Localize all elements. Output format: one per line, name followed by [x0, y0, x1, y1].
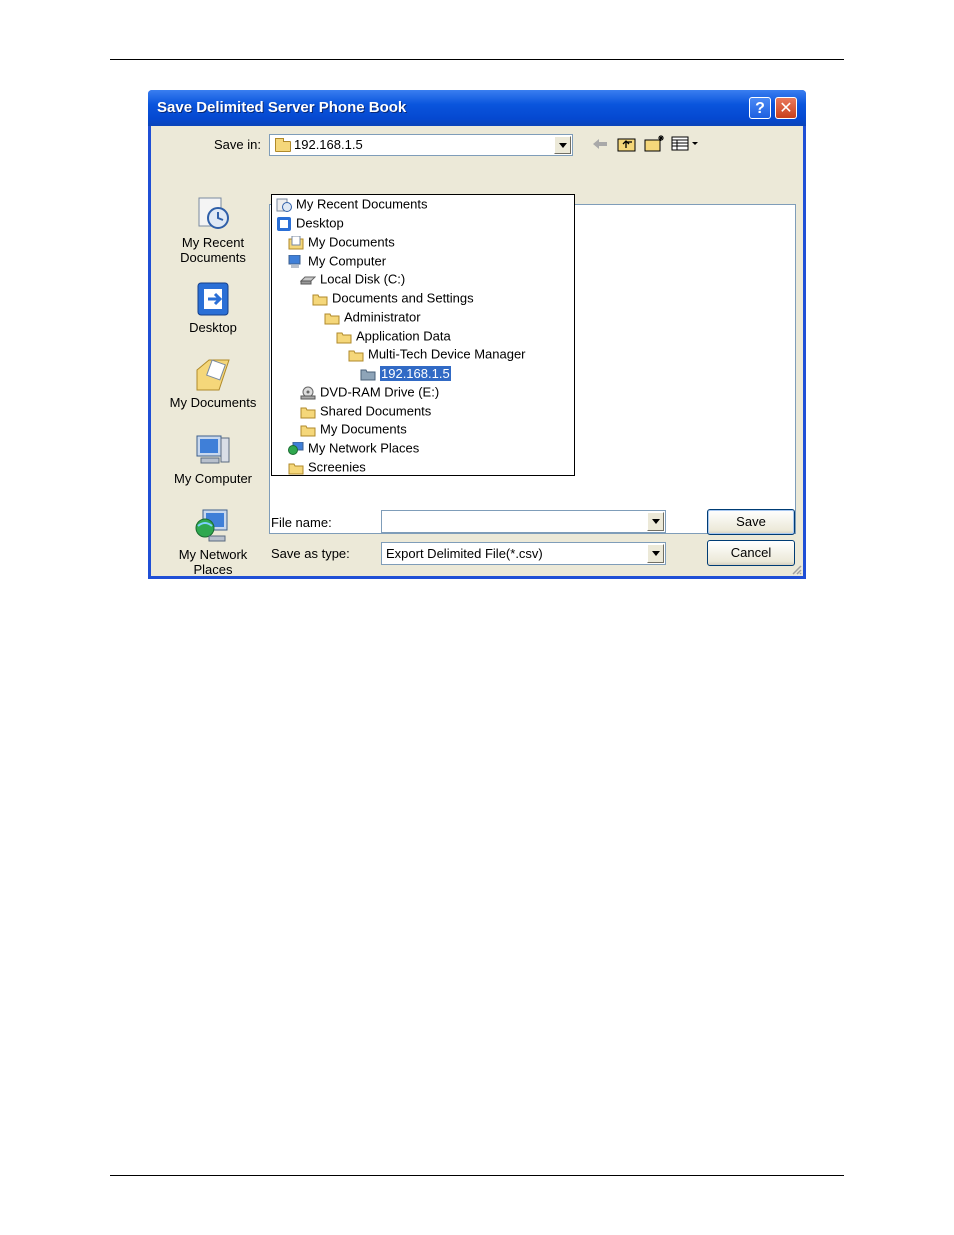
dialog-client-area: Save in: 192.168.1.5 My Recent Documents	[151, 126, 803, 577]
dropdown-item[interactable]: Screenies	[288, 458, 366, 476]
hard-disk-icon	[299, 273, 317, 287]
recent-documents-icon	[276, 198, 292, 212]
save-button[interactable]: Save	[707, 509, 795, 535]
place-my-recent-documents[interactable]: My Recent Documents	[157, 196, 269, 265]
help-button[interactable]: ?	[749, 97, 771, 119]
save-dialog: Save Delimited Server Phone Book ? ✕ Sav…	[148, 90, 806, 579]
dropdown-item[interactable]: My Recent Documents	[276, 195, 428, 213]
dropdown-item[interactable]: My Documents	[288, 233, 395, 251]
place-label: My Computer	[173, 471, 253, 486]
my-documents-icon	[288, 235, 304, 250]
file-name-input[interactable]	[381, 510, 666, 533]
place-my-computer[interactable]: My Computer	[157, 432, 269, 486]
place-my-network-places[interactable]: My Network Places	[157, 508, 269, 577]
folder-icon	[336, 330, 352, 344]
save-in-combo[interactable]: 192.168.1.5	[269, 134, 573, 156]
dropdown-item[interactable]: Desktop	[276, 214, 344, 232]
place-label: My Network Places	[178, 547, 248, 577]
dropdown-item[interactable]: Administrator	[324, 308, 421, 326]
save-in-value: 192.168.1.5	[294, 137, 363, 152]
dropdown-item[interactable]: My Network Places	[288, 439, 419, 457]
chevron-down-icon[interactable]	[554, 136, 571, 154]
dropdown-item[interactable]: Documents and Settings	[312, 289, 474, 307]
dropdown-item[interactable]: Application Data	[336, 327, 451, 345]
desktop-icon	[195, 281, 231, 317]
file-name-label: File name:	[271, 515, 332, 530]
my-computer-icon	[195, 432, 231, 468]
back-arrow-icon[interactable]	[591, 136, 609, 152]
save-in-label: Save in:	[214, 137, 261, 152]
dropdown-item[interactable]: Shared Documents	[300, 402, 431, 420]
save-as-type-value: Export Delimited File(*.csv)	[386, 546, 543, 561]
views-menu-icon[interactable]	[671, 136, 701, 152]
place-label: Desktop	[189, 320, 237, 335]
save-as-type-label: Save as type:	[271, 546, 350, 561]
dropdown-item[interactable]: Local Disk (C:)	[299, 270, 405, 288]
save-in-dropdown-list[interactable]: My Recent Documents Desktop My Documents…	[271, 194, 575, 476]
close-button[interactable]: ✕	[775, 97, 797, 119]
place-label: My Recent Documents	[180, 235, 246, 265]
dropdown-item[interactable]: DVD-RAM Drive (E:)	[300, 383, 439, 401]
chevron-down-icon[interactable]	[647, 512, 664, 531]
place-desktop[interactable]: Desktop	[157, 281, 269, 335]
folder-icon	[275, 138, 291, 152]
dropdown-item[interactable]: My Computer	[288, 252, 386, 270]
my-computer-icon	[288, 254, 304, 269]
up-folder-icon[interactable]	[617, 135, 637, 153]
network-places-icon	[288, 441, 304, 456]
folder-icon	[348, 348, 364, 362]
chevron-down-icon[interactable]	[647, 544, 664, 563]
new-folder-icon[interactable]	[644, 134, 666, 153]
my-documents-icon	[195, 356, 231, 392]
dialog-title: Save Delimited Server Phone Book	[157, 99, 407, 116]
cancel-button[interactable]: Cancel	[707, 540, 795, 566]
dropdown-item[interactable]: My Documents	[300, 420, 407, 438]
folder-icon	[312, 292, 328, 306]
place-label: My Documents	[169, 395, 257, 410]
folder-icon	[300, 423, 316, 437]
folder-icon	[300, 405, 316, 419]
dvd-drive-icon	[300, 386, 316, 400]
network-places-icon	[195, 508, 231, 544]
resize-grip-icon[interactable]	[790, 563, 802, 575]
folder-icon	[324, 311, 340, 325]
save-as-type-select[interactable]: Export Delimited File(*.csv)	[381, 542, 666, 565]
desktop-icon	[276, 216, 292, 231]
footer-rule	[110, 1175, 844, 1176]
folder-icon	[288, 461, 304, 475]
title-bar[interactable]: Save Delimited Server Phone Book ? ✕	[148, 90, 806, 126]
place-my-documents[interactable]: My Documents	[157, 356, 269, 410]
recent-documents-icon	[195, 196, 231, 232]
dropdown-item-selected[interactable]: 192.168.1.5	[360, 364, 452, 382]
dropdown-item[interactable]: Multi-Tech Device Manager	[348, 345, 526, 363]
header-rule	[110, 59, 844, 60]
folder-icon	[360, 367, 376, 381]
